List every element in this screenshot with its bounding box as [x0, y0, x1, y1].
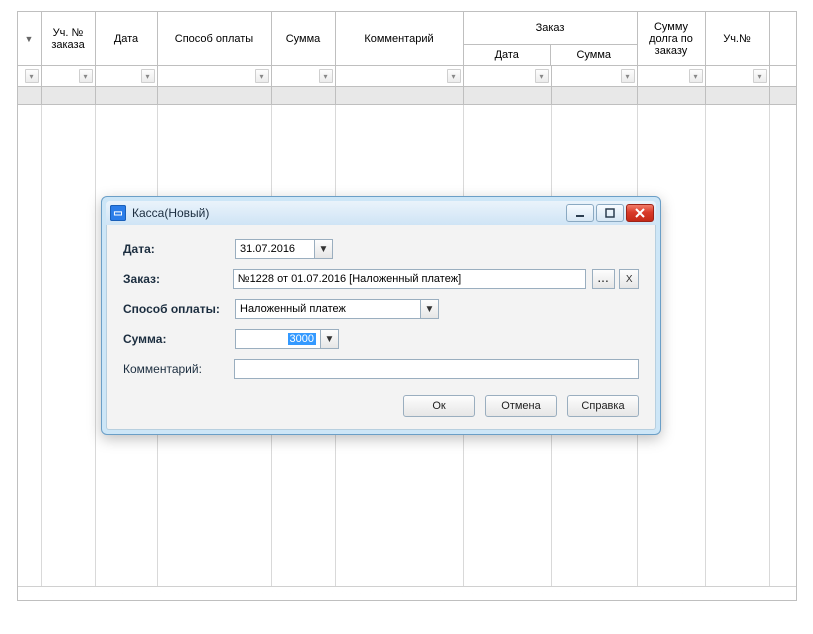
date-label: Дата: [123, 242, 235, 256]
window-buttons [566, 204, 654, 222]
app-icon: ▭ [110, 205, 126, 221]
date-input[interactable]: 31.07.2016 [235, 239, 315, 259]
col-header-date[interactable]: Дата [96, 12, 158, 66]
close-button[interactable] [626, 204, 654, 222]
dialog-title: Касса(Новый) [132, 206, 566, 220]
chevron-down-icon: ▼ [319, 244, 329, 255]
sum-value-selection: 3000 [288, 333, 316, 345]
sum-label: Сумма: [123, 332, 235, 346]
payment-label: Способ оплаты: [123, 302, 235, 316]
comment-label: Комментарий: [123, 362, 234, 376]
filter-order-sum[interactable]: ▾ [552, 66, 638, 86]
filter-icon: ▾ [319, 69, 333, 83]
maximize-button[interactable] [596, 204, 624, 222]
date-combo: 31.07.2016 ▼ [235, 239, 333, 259]
filter-payment[interactable]: ▾ [158, 66, 272, 86]
filter-icon: ▾ [141, 69, 155, 83]
dialog-body: Дата: 31.07.2016 ▼ Заказ: №1228 от 01.07… [106, 225, 656, 430]
minimize-button[interactable] [566, 204, 594, 222]
col-header-order-group[interactable]: Заказ Дата Сумма [464, 12, 638, 66]
filter-icon: ▾ [79, 69, 93, 83]
close-icon [635, 208, 645, 218]
col-header-debt[interactable]: Сумму долга по заказу [638, 12, 706, 66]
payment-combo: Наложенный платеж ▼ [235, 299, 439, 319]
col-header-sum[interactable]: Сумма [272, 12, 336, 66]
col-header-payment[interactable]: Способ оплаты [158, 12, 272, 66]
sum-combo: 3000 ▼ [235, 329, 339, 349]
dialog-titlebar[interactable]: ▭ Касса(Новый) [106, 201, 656, 225]
scroll-gutter-header [770, 12, 796, 66]
sum-input[interactable]: 3000 [235, 329, 321, 349]
chevron-down-icon: ▼ [25, 34, 34, 44]
filter-scroll-gutter [770, 66, 796, 86]
filter-row: ▾ ▾ ▾ ▾ ▾ ▾ ▾ ▾ ▾ ▾ [18, 66, 796, 87]
order-lookup-button[interactable]: ... [592, 269, 616, 289]
sum-dropdown-button[interactable]: ▼ [321, 329, 339, 349]
dialog-button-bar: Ок Отмена Справка [123, 395, 639, 417]
filter-icon: ▾ [753, 69, 767, 83]
app-window: ▼ Уч. № заказа Дата Способ оплаты Сумма … [0, 0, 813, 634]
filter-sum[interactable]: ▾ [272, 66, 336, 86]
filter-icon: ▾ [535, 69, 549, 83]
date-row: Дата: 31.07.2016 ▼ [123, 239, 639, 259]
sum-row: Сумма: 3000 ▼ [123, 329, 639, 349]
comment-row: Комментарий: [123, 359, 639, 379]
filter-date[interactable]: ▾ [96, 66, 158, 86]
payment-dropdown-button[interactable]: ▼ [421, 299, 439, 319]
col-header-order-sum[interactable]: Сумма [551, 44, 637, 65]
payment-input[interactable]: Наложенный платеж [235, 299, 421, 319]
payment-row: Способ оплаты: Наложенный платеж ▼ [123, 299, 639, 319]
chevron-down-icon: ▼ [325, 334, 335, 345]
filter-icon: ▾ [621, 69, 635, 83]
filter-uchno[interactable]: ▾ [42, 66, 96, 86]
col-header-order-date[interactable]: Дата [464, 44, 552, 65]
empty-data-row[interactable] [18, 87, 796, 105]
help-button[interactable]: Справка [567, 395, 639, 417]
chevron-down-icon: ▼ [425, 304, 435, 315]
filter-icon: ▾ [255, 69, 269, 83]
order-label: Заказ: [123, 272, 233, 286]
filter-icon: ▾ [25, 69, 39, 83]
cancel-button[interactable]: Отмена [485, 395, 557, 417]
comment-input[interactable] [234, 359, 639, 379]
grid-header: ▼ Уч. № заказа Дата Способ оплаты Сумма … [18, 12, 796, 105]
order-input[interactable]: №1228 от 01.07.2016 [Наложенный платеж] [233, 269, 586, 289]
col-header-wh[interactable]: Уч.№ [706, 12, 770, 66]
minimize-icon [575, 208, 585, 218]
col-header-uchno[interactable]: Уч. № заказа [42, 12, 96, 66]
maximize-icon [605, 208, 615, 218]
filter-wh[interactable]: ▾ [706, 66, 770, 86]
filter-comment[interactable]: ▾ [336, 66, 464, 86]
filter-icon: ▾ [689, 69, 703, 83]
date-dropdown-button[interactable]: ▼ [315, 239, 333, 259]
cash-dialog: ▭ Касса(Новый) Дата: 31.07.2016 ▼ [101, 196, 661, 435]
ok-button[interactable]: Ок [403, 395, 475, 417]
filter-indicator[interactable]: ▾ [18, 66, 42, 86]
filter-icon: ▾ [447, 69, 461, 83]
order-clear-button[interactable]: X [619, 269, 639, 289]
row-indicator-header[interactable]: ▼ [18, 12, 42, 66]
filter-debt[interactable]: ▾ [638, 66, 706, 86]
filter-order-date[interactable]: ▾ [464, 66, 552, 86]
col-header-order-label: Заказ [464, 12, 637, 44]
order-row: Заказ: №1228 от 01.07.2016 [Наложенный п… [123, 269, 639, 289]
col-header-comment[interactable]: Комментарий [336, 12, 464, 66]
